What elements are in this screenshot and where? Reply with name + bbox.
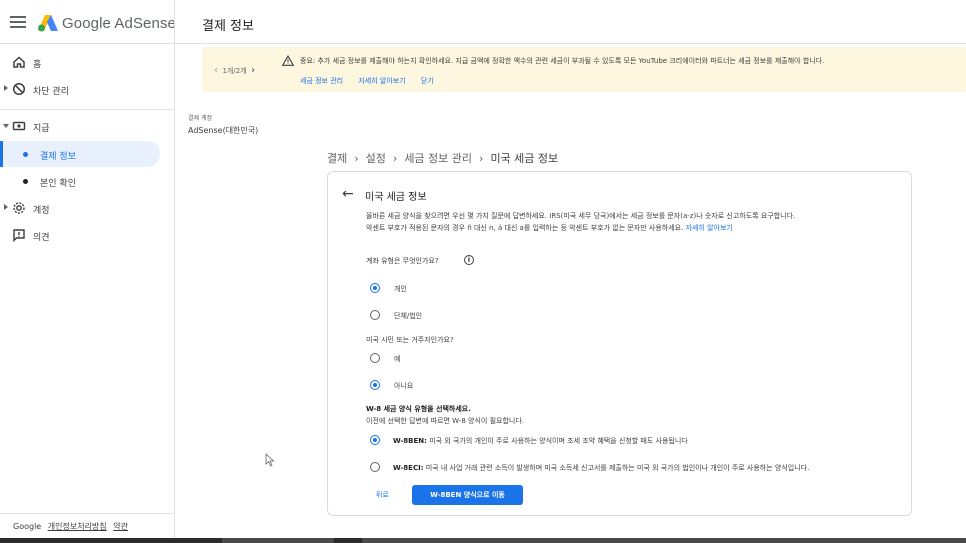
go-to-w8ben-button[interactable]: W-8BEN 양식으로 이동 — [412, 485, 523, 505]
form-type-heading: W-8 세금 양식 유형을 선택하세요. — [366, 405, 471, 413]
w8ben-desc: 미국 외 국가의 개인이 주로 사용하는 양식이며 조세 조약 혜택을 신청할 … — [426, 437, 688, 445]
radio-label-no: 아니요 — [394, 382, 414, 390]
sidebar-item-identity-verification[interactable]: 본인 확인 — [0, 168, 160, 194]
sidebar-item-label: 본인 확인 — [40, 179, 76, 189]
radio-individual[interactable] — [370, 283, 380, 293]
pager-count: 1개/2개 — [222, 67, 247, 75]
taskbar-segment — [222, 538, 334, 543]
sidebar: 홈 차단 관리 지급 결제 정보 본인 확인 계정 의견 Google 개인정보… — [0, 44, 175, 543]
block-icon — [12, 82, 26, 96]
radio-label-w8eci: W-8ECI: 미국 내 사업 거래 관련 소득이 발생하며 미국 소득세 신고… — [393, 463, 809, 473]
expand-caret-icon[interactable] — [4, 204, 8, 210]
radio-no[interactable] — [370, 380, 380, 390]
important-notice-banner: ‹ 1개/2개 › 중요: 추가 세금 정보를 제출해야 하는지 확인하세요. … — [202, 47, 966, 92]
sidebar-item-payment-info[interactable]: 결제 정보 — [0, 141, 160, 167]
radio-label-w8ben: W-8BEN: 미국 외 국가의 개인이 주로 사용하는 양식이며 조세 조약 … — [393, 436, 688, 446]
sidebar-item-label: 의견 — [33, 233, 50, 243]
radio-w8ben[interactable] — [370, 435, 380, 445]
mouse-cursor-icon — [265, 453, 275, 467]
payment-account-value: AdSense(대한민국) — [188, 126, 259, 135]
radio-label-yes: 예 — [394, 355, 401, 363]
next-notice-icon[interactable]: › — [251, 65, 255, 76]
breadcrumb: 결제 › 설정 › 세금 정보 관리 › 미국 세금 정보 — [327, 152, 559, 165]
bullet-icon — [23, 179, 28, 184]
sidebar-item-payments[interactable]: 지급 — [0, 113, 160, 139]
learn-more-link[interactable]: 자세히 알아보기 — [358, 77, 405, 85]
breadcrumb-payments[interactable]: 결제 — [327, 152, 347, 165]
banner-message: 중요: 추가 세금 정보를 제출해야 하는지 확인하세요. 지급 금액에 정확한… — [300, 57, 825, 65]
sidebar-footer: Google 개인정보처리방침 약관 — [13, 521, 132, 532]
us-tax-info-card: ← 미국 세금 정보 올바른 세금 양식을 찾으려면 우선 몇 가지 질문에 답… — [327, 171, 912, 516]
sidebar-item-blocking[interactable]: 차단 관리 — [0, 76, 160, 102]
radio-w8eci[interactable] — [370, 462, 380, 472]
header-divider — [174, 0, 175, 44]
sidebar-footer-divider — [0, 513, 174, 514]
card-description: 올바른 세금 양식을 찾으려면 우선 몇 가지 질문에 답변하세요. IRS(미… — [366, 210, 906, 234]
back-button[interactable]: 뒤로 — [376, 490, 389, 500]
card-title: 미국 세금 정보 — [365, 192, 427, 203]
os-taskbar — [0, 538, 966, 543]
prev-notice-icon[interactable]: ‹ — [214, 65, 218, 76]
home-icon — [13, 56, 25, 68]
bullet-icon — [23, 152, 28, 157]
payments-icon — [12, 121, 26, 131]
radio-label-individual: 개인 — [394, 285, 407, 293]
banner-pager: ‹ 1개/2개 › — [214, 65, 255, 76]
sidebar-item-label: 계정 — [33, 206, 50, 216]
description-line-1: 올바른 세금 양식을 찾으려면 우선 몇 가지 질문에 답변하세요. IRS(미… — [366, 212, 796, 220]
learn-more-link[interactable]: 자세히 알아보기 — [686, 224, 733, 232]
sidebar-divider — [0, 109, 174, 110]
sidebar-item-home[interactable]: 홈 — [0, 49, 160, 75]
footer-google: Google — [13, 522, 42, 531]
gear-icon — [13, 202, 25, 214]
sidebar-item-feedback[interactable]: 의견 — [0, 222, 160, 248]
taskbar-segment — [362, 538, 966, 543]
back-arrow-icon[interactable]: ← — [342, 186, 354, 202]
manage-tax-info-link[interactable]: 세금 정보 관리 — [300, 77, 343, 85]
collapse-caret-icon[interactable] — [3, 124, 9, 128]
breadcrumb-tax-info[interactable]: 세금 정보 관리 — [404, 152, 472, 165]
expand-caret-icon[interactable] — [4, 85, 8, 91]
dismiss-link[interactable]: 닫기 — [421, 77, 434, 85]
sidebar-item-label: 지급 — [33, 124, 50, 134]
description-text: 악센트 부호가 적용된 문자의 경우 ñ 대신 n, á 대신 a를 입력하는 … — [366, 224, 684, 232]
radio-yes[interactable] — [370, 353, 380, 363]
breadcrumb-settings[interactable]: 설정 — [366, 152, 386, 165]
w8eci-code: W-8ECI: — [393, 464, 424, 472]
warning-icon — [282, 55, 294, 66]
page-title: 결제 정보 — [202, 19, 254, 34]
form-type-subtext: 이전에 선택한 답변에 따르면 W-8 양식이 필요합니다. — [366, 417, 524, 425]
payment-account-label: 결제 계정 — [188, 115, 212, 122]
privacy-link[interactable]: 개인정보처리방침 — [48, 522, 107, 531]
description-line-2: 악센트 부호가 적용된 문자의 경우 ñ 대신 n, á 대신 a를 입력하는 … — [366, 222, 906, 234]
account-type-question: 계좌 유형은 무엇인가요? — [366, 257, 439, 265]
radio-label-entity: 단체/법인 — [394, 312, 423, 320]
brand-name: Google AdSense — [62, 15, 176, 32]
terms-link[interactable]: 약관 — [113, 522, 128, 531]
radio-entity[interactable] — [370, 310, 380, 320]
adsense-app: Google AdSense 결제 정보 홈 차단 관리 지급 결제 정보 본인… — [0, 0, 966, 543]
sidebar-item-label: 결제 정보 — [40, 152, 76, 162]
w8eci-desc: 미국 내 사업 거래 관련 소득이 발생하며 미국 소득세 신고서를 제출하는 … — [423, 464, 810, 472]
sidebar-item-label: 홈 — [33, 60, 42, 70]
sidebar-item-label: 차단 관리 — [33, 87, 69, 97]
sidebar-item-account[interactable]: 계정 — [0, 195, 160, 221]
w8ben-code: W-8BEN: — [393, 437, 427, 445]
feedback-icon — [13, 229, 25, 242]
banner-actions: 세금 정보 관리 자세히 알아보기 닫기 — [300, 76, 447, 86]
adsense-logo-icon — [38, 15, 58, 32]
breadcrumb-current: 미국 세금 정보 — [490, 152, 559, 165]
us-citizen-question: 미국 시민 또는 거주자인가요? — [366, 336, 454, 344]
top-app-bar: Google AdSense 결제 정보 — [0, 0, 966, 44]
hamburger-menu-icon[interactable] — [10, 14, 26, 30]
info-icon[interactable]: i — [464, 255, 474, 265]
